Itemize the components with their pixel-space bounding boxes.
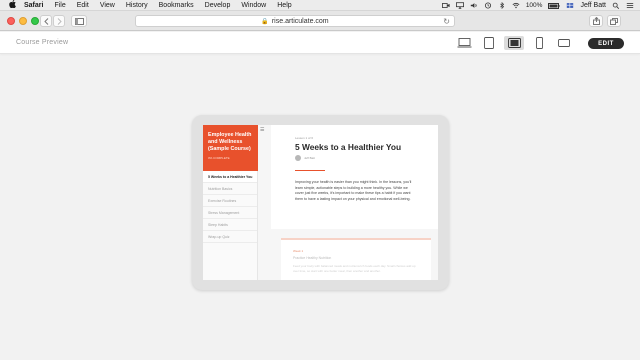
sidebar-lesson-2[interactable]: Nutrition Basics (203, 183, 257, 195)
menu-history[interactable]: History (126, 2, 148, 9)
edit-button[interactable]: EDIT (588, 38, 624, 49)
menu-develop[interactable]: Develop (205, 2, 231, 9)
flag-icon[interactable] (566, 2, 574, 9)
tablet-landscape-icon (507, 38, 521, 48)
sidebar-lesson-6[interactable]: Wrap-up Quiz (203, 231, 257, 243)
spotlight-search-icon[interactable] (612, 2, 620, 9)
status-area: 100% Jeff Batt (441, 0, 634, 11)
safari-toolbar: 🔒 rise.articulate.com ↻ (0, 11, 640, 31)
tabs-icon (610, 17, 618, 25)
phone-portrait-view-button[interactable] (530, 36, 548, 50)
card-title: Practice Healthy Nutrition (293, 256, 332, 260)
collapse-sidebar-icon[interactable]: ☰ (260, 127, 264, 133)
minimize-window-button[interactable] (19, 17, 27, 25)
window-controls (7, 17, 39, 25)
course-sidebar-header: Employee Health and Wellness (Sample Cou… (203, 125, 258, 171)
tablet-landscape-view-button[interactable] (504, 36, 524, 50)
tablet-portrait-icon (484, 37, 494, 49)
sidebar-icon (74, 17, 84, 25)
course-preview-screen: Employee Health and Wellness (Sample Cou… (203, 125, 438, 280)
notification-center-icon[interactable] (626, 2, 634, 9)
course-sidebar: Employee Health and Wellness (Sample Cou… (203, 125, 258, 280)
phone-landscape-view-button[interactable] (555, 36, 573, 50)
sidebar-lesson-3[interactable]: Exercise Routines (203, 195, 257, 207)
sidebar-toggle-button[interactable] (71, 15, 87, 27)
wifi-icon[interactable] (512, 2, 520, 9)
preview-header: Course Preview EDIT (0, 32, 640, 54)
menu-help[interactable]: Help (277, 2, 291, 9)
laptop-icon (457, 38, 471, 48)
address-bar[interactable]: 🔒 rise.articulate.com ↻ (135, 15, 455, 27)
sidebar-lesson-1[interactable]: 5 Weeks to a Healthier You (203, 171, 257, 183)
title-divider (295, 170, 325, 171)
forward-button[interactable] (53, 15, 65, 27)
user-name[interactable]: Jeff Batt (580, 2, 606, 9)
close-window-button[interactable] (7, 17, 15, 25)
mac-menu-bar: Safari File Edit View History Bookmarks … (0, 0, 640, 11)
reload-icon[interactable]: ↻ (443, 17, 450, 26)
bluetooth-icon[interactable] (498, 2, 506, 9)
chevron-right-icon (57, 17, 62, 25)
lesson-header-block: Lesson 1 of 6 5 Weeks to a Healthier You… (271, 125, 438, 229)
chevron-left-icon (43, 17, 48, 25)
battery-percent: 100% (525, 2, 543, 9)
address-url: rise.articulate.com (271, 17, 329, 25)
author-avatar (295, 155, 301, 161)
card-body: Feed your body with balanced meals and n… (293, 264, 416, 273)
lesson-content-card: Week 1 Practice Healthy Nutrition Feed y… (281, 238, 431, 280)
apple-menu-icon[interactable] (8, 0, 16, 10)
lesson-title: 5 Weeks to a Healthier You (295, 142, 402, 152)
author-name: Jeff Batt (304, 156, 315, 160)
zoom-window-button[interactable] (31, 17, 39, 25)
desktop-view-button[interactable] (455, 36, 473, 50)
menu-window[interactable]: Window (241, 2, 266, 9)
share-button[interactable] (589, 15, 603, 27)
tablet-portrait-view-button[interactable] (480, 36, 498, 50)
menu-edit[interactable]: Edit (77, 2, 89, 9)
sidebar-lesson-4[interactable]: Stress Management (203, 207, 257, 219)
sidebar-lesson-5[interactable]: Sleep Habits (203, 219, 257, 231)
lesson-kicker: Lesson 1 of 6 (295, 136, 314, 140)
course-title: Employee Health and Wellness (Sample Cou… (208, 132, 252, 152)
menu-safari[interactable]: Safari (24, 2, 43, 9)
menu-view[interactable]: View (100, 2, 115, 9)
camera-icon[interactable] (441, 2, 450, 9)
tablet-preview-frame: Employee Health and Wellness (Sample Cou… (192, 115, 449, 290)
lesson-author: Jeff Batt (295, 155, 315, 161)
course-progress: 0% COMPLETE (208, 156, 230, 160)
page-title: Course Preview (16, 39, 69, 46)
battery-icon[interactable] (548, 2, 560, 9)
lesson-body-text: Improving your health is easier than you… (295, 180, 412, 201)
phone-portrait-icon (535, 37, 543, 49)
airplay-icon[interactable] (455, 2, 464, 9)
menu-bookmarks[interactable]: Bookmarks (159, 2, 194, 9)
share-icon (592, 17, 600, 25)
lock-icon: 🔒 (261, 18, 269, 25)
clock-icon[interactable] (484, 2, 492, 9)
phone-landscape-icon (558, 39, 570, 47)
menu-file[interactable]: File (54, 2, 65, 9)
volume-icon[interactable] (470, 2, 478, 9)
tabs-overview-button[interactable] (607, 15, 621, 27)
card-kicker: Week 1 (293, 249, 304, 253)
back-button[interactable] (40, 15, 52, 27)
